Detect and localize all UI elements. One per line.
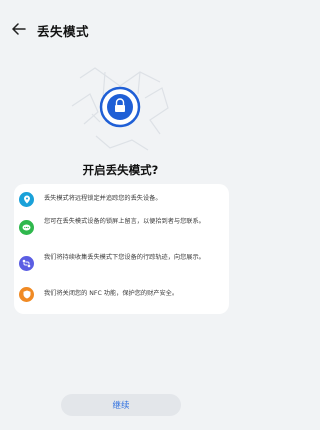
item-text: 您可在丢失模式设备的锁屏上留言，以便拾到者与您联系。 [44, 218, 205, 225]
lost-mode-illustration [0, 58, 241, 158]
location-pin-icon [19, 192, 34, 207]
page-title: 丢失模式 [37, 24, 90, 39]
item-text: 丢失模式将远程锁定并追踪您的丢失设备。 [44, 195, 162, 202]
item-text: 我们将关闭您的 NFC 功能，保护您的财产安全。 [44, 290, 179, 297]
continue-button[interactable]: 继续 [61, 394, 181, 416]
top-bar: 丢失模式 [0, 0, 241, 58]
message-icon [19, 220, 34, 235]
confirm-question: 开启丢失模式? [82, 163, 159, 177]
info-card: 丢失模式将远程锁定并追踪您的丢失设备。 您可在丢失模式设备的锁屏上留言，以便拾到… [14, 184, 229, 314]
item-text: 我们将持续收集丢失模式下您设备的行踪轨迹，向您展示。 [44, 254, 205, 261]
arrow-left-icon[interactable] [8, 18, 30, 40]
shield-icon [19, 287, 34, 302]
track-icon [19, 256, 34, 271]
